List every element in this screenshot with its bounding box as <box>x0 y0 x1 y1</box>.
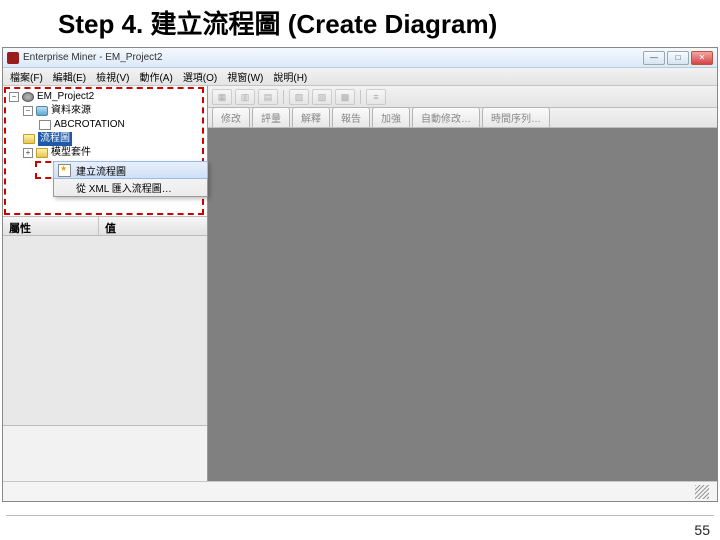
slide-title: Step 4. 建立流程圖 (Create Diagram) <box>0 0 720 47</box>
datasource-icon <box>39 120 51 130</box>
minimize-button[interactable]: — <box>643 51 665 65</box>
tab-item[interactable]: 加強 <box>372 107 410 127</box>
titlebar: Enterprise Miner - EM_Project2 — □ ✕ <box>3 48 717 68</box>
window-title: Enterprise Miner - EM_Project2 <box>23 52 163 63</box>
menu-edit[interactable]: 編輯(E) <box>50 69 89 84</box>
expander-icon[interactable]: − <box>23 106 33 116</box>
toolbar-button[interactable]: ▥ <box>235 89 255 105</box>
ctx-import-xml[interactable]: 從 XML 匯入流程圖… <box>54 178 207 196</box>
diagram-canvas[interactable] <box>208 128 717 501</box>
toolbar-button[interactable]: ▦ <box>212 89 232 105</box>
app-icon <box>7 52 19 64</box>
menu-view[interactable]: 檢視(V) <box>93 69 132 84</box>
project-tree-panel: −EM_Project2 −資料來源 ABCROTATION 流程圖 +模型套件… <box>3 86 207 216</box>
expander-icon[interactable]: − <box>9 92 19 102</box>
menu-help[interactable]: 說明(H) <box>270 69 310 84</box>
prop-col-value: 值 <box>99 217 207 235</box>
menu-file[interactable]: 檔案(F) <box>7 69 46 84</box>
ctx-create-diagram-label: 建立流程圖 <box>76 163 126 178</box>
left-panel: −EM_Project2 −資料來源 ABCROTATION 流程圖 +模型套件… <box>3 86 208 501</box>
title-cjk: 建立流程圖 <box>150 10 280 39</box>
page-number: 55 <box>694 522 710 538</box>
tree-datasources[interactable]: 資料來源 <box>51 104 91 118</box>
prop-col-attr: 屬性 <box>3 217 99 235</box>
ctx-create-diagram[interactable]: 建立流程圖 <box>53 161 208 179</box>
properties-header: 屬性 值 <box>3 216 207 236</box>
step-prefix: Step 4. <box>58 9 150 39</box>
datasource-folder-icon <box>36 106 48 116</box>
toolbar-button[interactable]: ▤ <box>258 89 278 105</box>
tree-modelpkg[interactable]: 模型套件 <box>51 146 91 160</box>
right-panel: ▦ ▥ ▤ ▧ ▨ ▩ ≡ 修改 評量 解釋 報告 加強 自動修改… 時間序列… <box>208 86 717 501</box>
tree-root[interactable]: EM_Project2 <box>37 90 94 104</box>
menubar: 檔案(F) 編輯(E) 檢視(V) 動作(A) 選項(O) 視窗(W) 說明(H… <box>3 68 717 86</box>
properties-body[interactable] <box>3 236 207 425</box>
ctx-import-xml-label: 從 XML 匯入流程圖… <box>76 180 172 195</box>
statusbar <box>3 481 717 501</box>
node-tab-strip: 修改 評量 解釋 報告 加強 自動修改… 時間序列… <box>208 108 717 128</box>
tab-item[interactable]: 時間序列… <box>482 107 550 127</box>
tree-diagrams[interactable]: 流程圖 <box>38 132 72 146</box>
project-icon <box>22 92 34 102</box>
application-window: Enterprise Miner - EM_Project2 — □ ✕ 檔案(… <box>2 47 718 502</box>
menu-options[interactable]: 選項(O) <box>180 69 220 84</box>
toolbar-strip: ▦ ▥ ▤ ▧ ▨ ▩ ≡ <box>208 86 717 108</box>
menu-actions[interactable]: 動作(A) <box>136 69 175 84</box>
tab-item[interactable]: 評量 <box>252 107 290 127</box>
toolbar-button[interactable]: ▩ <box>335 89 355 105</box>
toolbar-button[interactable]: ▧ <box>289 89 309 105</box>
context-menu: 建立流程圖 從 XML 匯入流程圖… <box>53 161 208 197</box>
menu-window[interactable]: 視窗(W) <box>224 69 266 84</box>
tab-item[interactable]: 修改 <box>212 107 250 127</box>
modelpkg-folder-icon <box>36 148 48 158</box>
toolbar-button[interactable]: ≡ <box>366 89 386 105</box>
slide-footer-line <box>6 515 714 516</box>
toolbar-separator <box>360 90 361 104</box>
toolbar-separator <box>283 90 284 104</box>
title-english: (Create Diagram) <box>281 9 498 39</box>
tab-item[interactable]: 報告 <box>332 107 370 127</box>
new-diagram-icon <box>58 164 71 177</box>
toolbar-button[interactable]: ▨ <box>312 89 332 105</box>
resize-grip-icon[interactable] <box>695 485 709 499</box>
body-area: −EM_Project2 −資料來源 ABCROTATION 流程圖 +模型套件… <box>3 86 717 501</box>
close-button[interactable]: ✕ <box>691 51 713 65</box>
diagram-folder-icon <box>23 134 35 144</box>
tab-item[interactable]: 解釋 <box>292 107 330 127</box>
expander-icon[interactable]: + <box>23 148 33 158</box>
tree-ds1[interactable]: ABCROTATION <box>54 118 125 132</box>
project-tree[interactable]: −EM_Project2 −資料來源 ABCROTATION 流程圖 +模型套件 <box>3 86 207 164</box>
maximize-button[interactable]: □ <box>667 51 689 65</box>
tab-item[interactable]: 自動修改… <box>412 107 480 127</box>
